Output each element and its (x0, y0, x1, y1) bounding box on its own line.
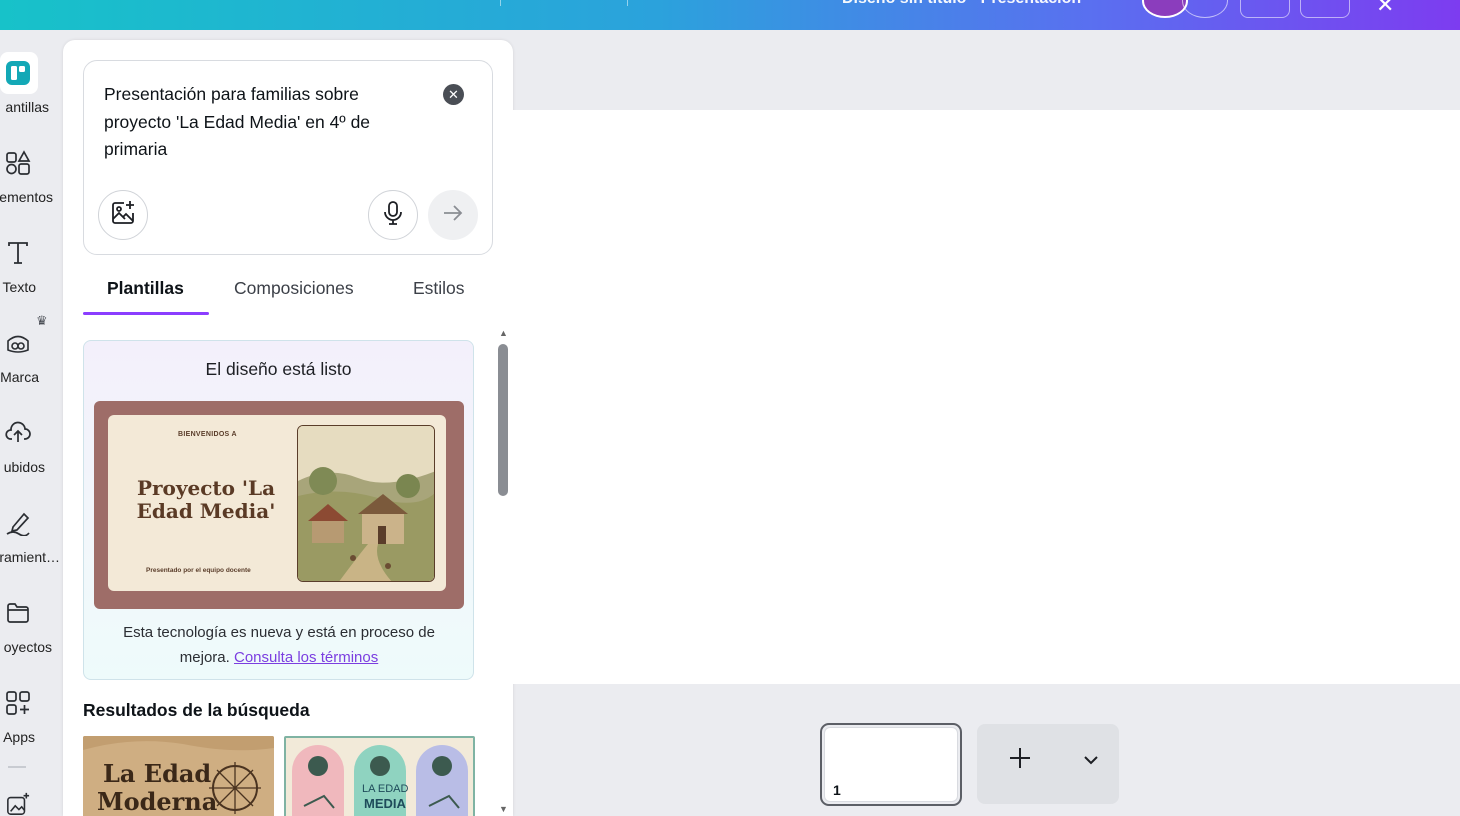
tab-compositions[interactable]: Composiciones (234, 278, 354, 299)
template-result[interactable]: La Edad Moderna (83, 736, 274, 816)
rail-item-templates[interactable]: antillas (0, 59, 64, 149)
generated-design-preview[interactable]: BIENVENIDOS A Proyecto 'La Edad Media' P… (94, 401, 464, 609)
panel-scrollbar[interactable]: ▲ ▼ (497, 328, 509, 816)
image-add-icon (110, 200, 136, 231)
disclaimer-note: Esta tecnología es nueva y está en proce… (104, 620, 454, 670)
close-icon[interactable]: ✕ (1376, 0, 1394, 18)
toolbar-separator (627, 0, 628, 6)
scroll-down-icon[interactable]: ▼ (499, 804, 508, 814)
rail-item-label: ramient… (0, 549, 60, 565)
rail-item-elements[interactable]: ementos (0, 149, 64, 239)
tab-styles[interactable]: Estilos (413, 278, 465, 299)
voice-input-button[interactable] (368, 190, 418, 240)
crown-icon: ♛ (36, 313, 48, 328)
left-rail: antillas ementos Texto ♛ Marca ubidos ra… (0, 30, 64, 816)
search-results-heading: Resultados de la búsqueda (83, 700, 310, 720)
result-text: Moderna (97, 787, 217, 816)
rail-item-label: antillas (5, 99, 49, 115)
brand-icon (4, 329, 32, 357)
more-icon[interactable]: ··· (1430, 0, 1449, 8)
terms-link[interactable]: Consulta los términos (234, 649, 378, 666)
rail-item-label: ementos (0, 189, 53, 205)
folder-icon (4, 599, 32, 627)
medieval-village-illustration (297, 425, 435, 582)
design-canvas[interactable] (513, 110, 1460, 684)
toolbar-separator (500, 0, 501, 6)
add-page-button[interactable] (977, 724, 1119, 804)
top-bar: Diseño sin título · Presentación ✕ ··· (0, 0, 1460, 30)
document-title[interactable]: Diseño sin título · Presentación (842, 0, 1081, 8)
clear-prompt-button[interactable]: ✕ (443, 84, 464, 105)
rail-item-projects[interactable]: oyectos (0, 599, 64, 689)
slide-welcome-text: BIENVENIDOS A (178, 431, 237, 438)
panel-tabs: Plantillas Composiciones Estilos (83, 270, 493, 315)
magic-media-icon[interactable] (6, 792, 30, 816)
rail-item-label: oyectos (3, 639, 52, 655)
rail-item-label: Texto (2, 279, 36, 295)
template-result[interactable]: LA EDAD MEDIA (284, 736, 475, 816)
rail-item-label: Marca (0, 369, 39, 385)
rail-divider (8, 766, 26, 768)
scrollbar-thumb[interactable] (498, 344, 508, 496)
result-text: MEDIA (364, 796, 407, 811)
close-icon: ✕ (448, 86, 459, 102)
prompt-input[interactable]: Presentación para familias sobre proyect… (104, 81, 424, 164)
slide-preview: BIENVENIDOS A Proyecto 'La Edad Media' P… (108, 415, 446, 591)
rail-item-text[interactable]: Texto (0, 239, 64, 329)
submit-prompt-button[interactable] (428, 190, 478, 240)
design-ready-card: El diseño está listo BIENVENIDOS A Proye… (83, 340, 474, 680)
result-text: La Edad (103, 759, 211, 788)
tab-templates[interactable]: Plantillas (107, 278, 184, 299)
rail-item-draw-tools[interactable]: ramient… (0, 509, 64, 599)
result-text: LA EDAD (362, 783, 409, 795)
rail-item-label: Apps (3, 729, 35, 745)
slide-title: Proyecto 'La Edad Media' (136, 476, 276, 523)
draw-tools-icon (4, 509, 32, 537)
page-thumbnail-preview: 1 (824, 727, 958, 802)
text-icon (4, 239, 32, 267)
microphone-icon (381, 200, 405, 231)
add-image-button[interactable] (98, 190, 148, 240)
add-collaborator-button[interactable] (1182, 0, 1228, 18)
upload-cloud-icon (4, 419, 32, 447)
rail-item-label: ubidos (3, 459, 45, 475)
active-tab-indicator (83, 312, 209, 315)
page-number: 1 (833, 782, 841, 798)
arrow-right-icon (442, 202, 464, 229)
page-thumbnail[interactable]: 1 (820, 723, 962, 806)
scroll-up-icon[interactable]: ▲ (499, 328, 508, 338)
prompt-box[interactable]: Presentación para familias sobre proyect… (83, 60, 493, 255)
chevron-down-icon[interactable] (1083, 752, 1099, 773)
elements-icon (4, 149, 32, 177)
rail-item-uploads[interactable]: ubidos (0, 419, 64, 509)
templates-icon (4, 59, 32, 87)
rail-item-brand[interactable]: ♛ Marca (0, 313, 64, 419)
comments-button[interactable] (1300, 0, 1350, 18)
panel-scroll-area[interactable]: El diseño está listo BIENVENIDOS A Proye… (63, 328, 513, 816)
magic-design-panel: Presentación para familias sobre proyect… (63, 40, 513, 816)
design-ready-title: El diseño está listo (205, 359, 352, 379)
user-avatar[interactable] (1142, 0, 1188, 18)
slide-subtitle: Presentado por el equipo docente (146, 567, 251, 574)
analytics-button[interactable] (1240, 0, 1290, 18)
apps-icon (4, 689, 32, 717)
plus-icon (1007, 742, 1033, 779)
